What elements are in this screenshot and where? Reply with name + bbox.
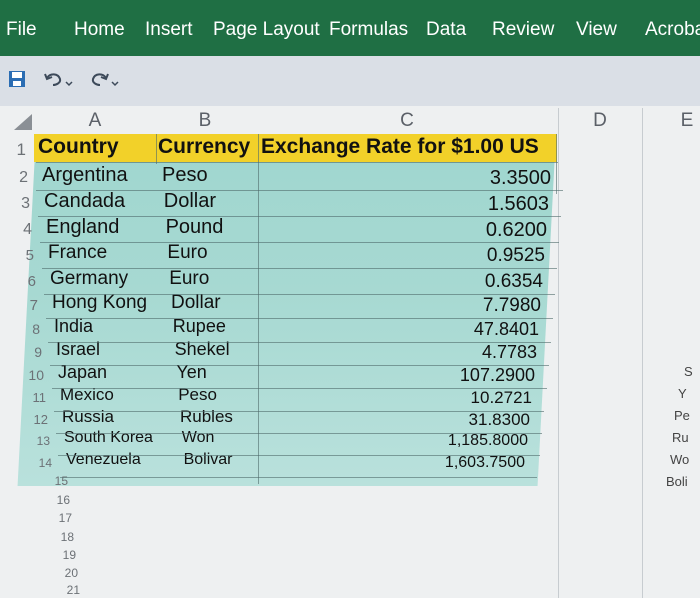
row-number: 1: [16, 140, 26, 159]
column-header-a[interactable]: A: [80, 108, 110, 134]
cell-currency[interactable]: Won: [182, 429, 215, 447]
row-gridline: [40, 242, 559, 243]
cell-currency[interactable]: Peso: [162, 164, 208, 187]
row-gridline: [44, 294, 555, 295]
cell-country[interactable]: Venezuela: [66, 451, 141, 469]
cell-exchange-rate[interactable]: 1,603.7500: [385, 454, 525, 472]
cell-exchange-rate[interactable]: 107.2900: [395, 365, 535, 386]
cell-country[interactable]: Argentina: [42, 164, 128, 187]
row-gridline: [48, 342, 551, 343]
cell-fragment[interactable]: S: [684, 364, 693, 379]
cell-fragment[interactable]: Ru: [672, 430, 689, 445]
row-number: 10: [28, 367, 44, 383]
tab-formulas[interactable]: Formulas: [329, 19, 408, 41]
row-number: 17: [58, 511, 72, 525]
tab-acrobat[interactable]: Acroba: [645, 19, 700, 41]
cell-country[interactable]: South Korea: [64, 429, 153, 447]
header-country[interactable]: Country: [38, 135, 119, 159]
row-gridline: [50, 365, 549, 366]
row-gridline: [42, 268, 557, 269]
cell-currency[interactable]: Dollar: [164, 190, 216, 213]
tab-data[interactable]: Data: [426, 19, 466, 41]
column-gridline: [156, 134, 157, 164]
cell-fragment[interactable]: Y: [678, 386, 687, 401]
column-header-d[interactable]: D: [585, 108, 615, 134]
tab-view[interactable]: View: [576, 19, 617, 41]
cell-exchange-rate[interactable]: 3.3500: [411, 167, 551, 190]
column-header-b[interactable]: B: [190, 108, 220, 134]
row-gridline: [36, 190, 563, 191]
row-number: 7: [29, 297, 38, 314]
cell-currency[interactable]: Dollar: [171, 292, 221, 314]
row-gridline: [54, 411, 544, 412]
cell-country[interactable]: Hong Kong: [52, 292, 147, 314]
row-number: 5: [25, 247, 34, 264]
row-gridline: [46, 318, 553, 319]
cell-currency[interactable]: Rubles: [180, 407, 233, 427]
save-icon[interactable]: [8, 70, 26, 93]
row-number: 4: [23, 221, 32, 238]
cell-country[interactable]: Candada: [44, 190, 125, 213]
cell-country[interactable]: India: [54, 316, 93, 337]
cell-currency[interactable]: Bolivar: [184, 451, 233, 469]
row-number: 6: [27, 273, 36, 290]
row-gridline: [36, 162, 558, 163]
row-number: 19: [62, 548, 76, 562]
column-header-e[interactable]: E: [672, 108, 700, 134]
cell-exchange-rate[interactable]: 0.9525: [405, 245, 545, 267]
row-number: 18: [60, 530, 74, 544]
tab-insert[interactable]: Insert: [145, 19, 193, 41]
cell-exchange-rate[interactable]: 47.8401: [399, 319, 539, 340]
row-gridline: [52, 388, 547, 389]
row-number: 20: [64, 566, 78, 580]
row-number: 12: [33, 412, 48, 427]
select-all-corner[interactable]: [14, 114, 32, 130]
cell-country[interactable]: France: [48, 242, 107, 264]
cell-country[interactable]: England: [46, 216, 119, 239]
cell-exchange-rate[interactable]: 10.2721: [392, 388, 532, 408]
cell-exchange-rate[interactable]: 31.8300: [390, 410, 530, 430]
tab-review[interactable]: Review: [492, 19, 554, 41]
cell-exchange-rate[interactable]: 4.7783: [397, 342, 537, 363]
redo-icon[interactable]: [90, 70, 120, 93]
cell-exchange-rate[interactable]: 7.7980: [401, 295, 541, 317]
row-number: 11: [32, 390, 47, 405]
tab-page-layout[interactable]: Page Layout: [213, 19, 320, 41]
cell-currency[interactable]: Rupee: [173, 316, 226, 337]
row-number: 14: [38, 456, 52, 470]
ribbon-tab-bar: File Home Insert Page Layout Formulas Da…: [0, 0, 700, 56]
cell-exchange-rate[interactable]: 1,185.8000: [388, 432, 528, 450]
cell-fragment[interactable]: Wo: [670, 452, 689, 467]
cell-currency[interactable]: Pound: [166, 216, 224, 239]
column-header-c[interactable]: C: [392, 108, 422, 134]
cell-country[interactable]: Germany: [50, 268, 128, 290]
row-gridline: [60, 477, 537, 478]
row-number: 8: [32, 321, 40, 337]
row-number: 2: [19, 169, 28, 186]
cell-fragment[interactable]: Pe: [674, 408, 690, 423]
row-gridline: [38, 216, 561, 217]
header-exchange-rate[interactable]: Exchange Rate for $1.00 US: [261, 135, 539, 159]
column-gridline: [258, 134, 259, 484]
row-number: 3: [21, 195, 30, 212]
tab-home[interactable]: Home: [74, 19, 125, 41]
cell-country[interactable]: Russia: [62, 407, 114, 427]
cell-currency[interactable]: Euro: [169, 268, 209, 290]
tab-file[interactable]: File: [6, 19, 37, 41]
column-gridline: [556, 134, 557, 194]
cell-exchange-rate[interactable]: 1.5603: [409, 193, 549, 216]
row-number: 21: [66, 583, 80, 597]
row-number: 13: [36, 434, 50, 448]
row-gridline: [56, 433, 542, 434]
header-currency[interactable]: Currency: [158, 135, 250, 159]
quick-access-toolbar: [0, 56, 700, 106]
undo-icon[interactable]: [44, 70, 74, 93]
cell-currency[interactable]: Euro: [167, 242, 207, 264]
row-number: 9: [34, 344, 42, 360]
row-gridline: [58, 455, 540, 456]
cell-fragment[interactable]: Boli: [666, 474, 688, 489]
cell-exchange-rate[interactable]: 0.6200: [407, 219, 547, 242]
row-number: 16: [56, 493, 70, 507]
cell-exchange-rate[interactable]: 0.6354: [403, 271, 543, 293]
